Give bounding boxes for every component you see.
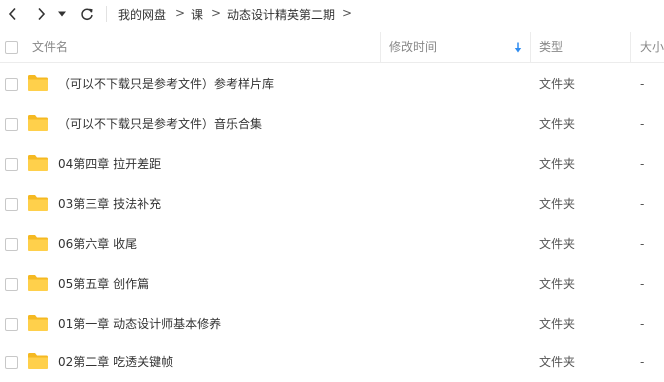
folder-icon bbox=[28, 235, 48, 251]
refresh-icon bbox=[81, 8, 93, 21]
chevron-right-icon bbox=[38, 7, 46, 21]
file-type: 文件夹 bbox=[539, 157, 576, 171]
row-checkbox[interactable] bbox=[5, 198, 18, 211]
row-checkbox[interactable] bbox=[5, 118, 18, 131]
file-type: 文件夹 bbox=[539, 237, 576, 251]
list-item[interactable]: （可以不下载只是参考文件）音乐合集 文件夹 - bbox=[0, 104, 664, 144]
row-checkbox[interactable] bbox=[5, 278, 18, 291]
file-size: - bbox=[640, 117, 645, 131]
file-type: 文件夹 bbox=[539, 77, 576, 91]
column-modified-header[interactable]: 修改时间 bbox=[389, 32, 437, 62]
list-item[interactable]: 03第三章 技法补充 文件夹 - bbox=[0, 184, 664, 224]
folder-icon bbox=[28, 275, 48, 291]
caret-down-icon bbox=[58, 11, 66, 17]
folder-icon bbox=[28, 315, 48, 331]
toolbar-divider bbox=[106, 6, 107, 22]
file-name[interactable]: 03第三章 技法补充 bbox=[58, 184, 161, 224]
list-item[interactable]: 04第四章 拉开差距 文件夹 - bbox=[0, 144, 664, 184]
file-name[interactable]: 02第二章 吃透关键帧 bbox=[58, 342, 173, 382]
list-item[interactable]: （可以不下载只是参考文件）参考样片库 文件夹 - bbox=[0, 64, 664, 104]
column-header: 文件名 修改时间 类型 大小 bbox=[0, 32, 664, 63]
folder-icon bbox=[28, 75, 48, 91]
folder-icon bbox=[28, 115, 48, 131]
file-size: - bbox=[640, 317, 645, 331]
refresh-button[interactable] bbox=[76, 4, 98, 24]
file-name[interactable]: （可以不下载只是参考文件）音乐合集 bbox=[58, 104, 262, 144]
column-divider[interactable] bbox=[530, 32, 531, 62]
row-checkbox[interactable] bbox=[5, 318, 18, 331]
file-size: - bbox=[640, 157, 645, 171]
file-name[interactable]: 04第四章 拉开差距 bbox=[58, 144, 161, 184]
history-dropdown-button[interactable] bbox=[55, 4, 69, 24]
column-size-header[interactable]: 大小 bbox=[640, 32, 664, 62]
folder-icon bbox=[28, 353, 48, 369]
back-button[interactable] bbox=[2, 4, 24, 24]
chevron-left-icon bbox=[8, 7, 16, 21]
list-item[interactable]: 06第六章 收尾 文件夹 - bbox=[0, 224, 664, 264]
breadcrumb-separator: > bbox=[211, 6, 222, 20]
breadcrumb-current-folder[interactable]: 动态设计精英第二期 bbox=[227, 6, 335, 23]
file-size: - bbox=[640, 355, 645, 369]
folder-icon bbox=[28, 195, 48, 211]
column-divider[interactable] bbox=[380, 32, 381, 62]
list-item[interactable]: 02第二章 吃透关键帧 文件夹 - bbox=[0, 342, 664, 382]
select-all-checkbox[interactable] bbox=[5, 41, 18, 54]
file-size: - bbox=[640, 277, 645, 291]
forward-button[interactable] bbox=[30, 4, 52, 24]
file-type: 文件夹 bbox=[539, 277, 576, 291]
file-name[interactable]: 06第六章 收尾 bbox=[58, 224, 137, 264]
file-type: 文件夹 bbox=[539, 117, 576, 131]
row-checkbox[interactable] bbox=[5, 158, 18, 171]
file-size: - bbox=[640, 237, 645, 251]
file-name[interactable]: 05第五章 创作篇 bbox=[58, 264, 149, 304]
arrow-down-icon[interactable] bbox=[514, 42, 522, 53]
list-item[interactable]: 01第一章 动态设计师基本修养 文件夹 - bbox=[0, 304, 664, 344]
file-type: 文件夹 bbox=[539, 355, 576, 369]
file-size: - bbox=[640, 77, 645, 91]
navigation-toolbar: 我的网盘 > 课 > 动态设计精英第二期 > bbox=[0, 0, 664, 30]
file-type: 文件夹 bbox=[539, 197, 576, 211]
row-checkbox[interactable] bbox=[5, 238, 18, 251]
breadcrumb-separator: > bbox=[175, 6, 186, 20]
breadcrumb-course[interactable]: 课 bbox=[191, 6, 203, 23]
column-name-header[interactable]: 文件名 bbox=[32, 32, 68, 62]
list-item[interactable]: 05第五章 创作篇 文件夹 - bbox=[0, 264, 664, 304]
column-divider[interactable] bbox=[630, 32, 631, 62]
breadcrumb-my-drive[interactable]: 我的网盘 bbox=[118, 6, 166, 23]
file-name[interactable]: 01第一章 动态设计师基本修养 bbox=[58, 304, 221, 344]
file-type: 文件夹 bbox=[539, 317, 576, 331]
row-checkbox[interactable] bbox=[5, 356, 18, 369]
breadcrumb-separator: > bbox=[342, 6, 353, 20]
file-name[interactable]: （可以不下载只是参考文件）参考样片库 bbox=[58, 64, 274, 104]
file-size: - bbox=[640, 197, 645, 211]
folder-icon bbox=[28, 155, 48, 171]
column-type-header[interactable]: 类型 bbox=[539, 32, 563, 62]
row-checkbox[interactable] bbox=[5, 78, 18, 91]
